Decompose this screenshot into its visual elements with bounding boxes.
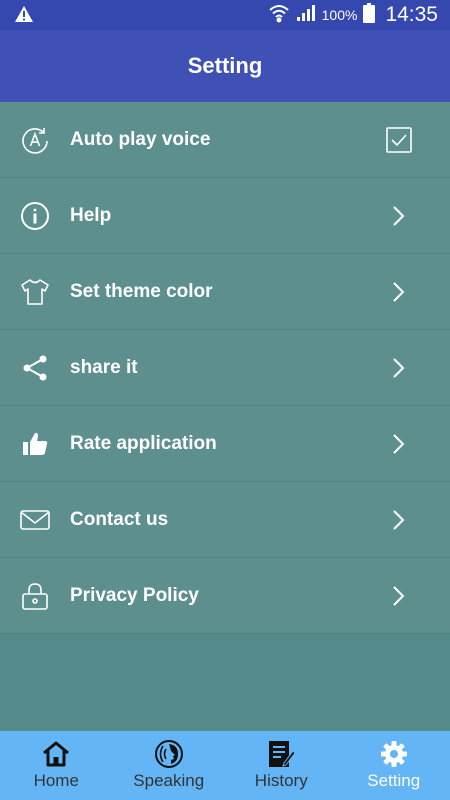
- nav-history[interactable]: History: [225, 731, 338, 800]
- setting-theme-color[interactable]: Set theme color: [0, 254, 450, 330]
- wifi-icon: [268, 3, 290, 28]
- shirt-icon: [20, 277, 50, 307]
- status-time: 14:35: [385, 3, 438, 26]
- setting-label: Privacy Policy: [70, 584, 199, 606]
- chevron-right-icon: [390, 281, 406, 303]
- setting-privacy-policy[interactable]: Privacy Policy: [0, 558, 450, 634]
- status-bar: 100% 14:35: [0, 0, 450, 30]
- nav-home[interactable]: Home: [0, 731, 113, 800]
- info-icon: [20, 201, 50, 231]
- setting-help[interactable]: Help: [0, 178, 450, 254]
- nav-label: Setting: [367, 771, 421, 790]
- mail-icon: [20, 505, 50, 535]
- chevron-right-icon: [390, 585, 406, 607]
- setting-rate-application[interactable]: Rate application: [0, 406, 450, 482]
- setting-label: Rate application: [70, 432, 217, 454]
- setting-label: Help: [70, 204, 112, 226]
- nav-speaking[interactable]: Speaking: [113, 731, 226, 800]
- warning-icon: [14, 5, 34, 28]
- setting-auto-play-voice[interactable]: Auto play voice: [0, 102, 450, 178]
- page-title: Setting: [187, 53, 263, 78]
- nav-label: History: [254, 771, 308, 790]
- setting-label: share it: [70, 356, 138, 378]
- lock-icon: [20, 581, 50, 611]
- battery-icon: [363, 2, 376, 28]
- share-icon: [20, 353, 50, 383]
- chevron-right-icon: [390, 433, 406, 455]
- setting-label: Auto play voice: [70, 128, 211, 150]
- home-icon: [41, 739, 71, 769]
- thumbs-up-icon: [20, 429, 50, 459]
- auto-voice-icon: [20, 125, 50, 155]
- signal-icon: [296, 4, 316, 27]
- chevron-right-icon: [390, 205, 406, 227]
- speaking-icon: [154, 739, 184, 769]
- nav-label: Speaking: [133, 771, 205, 790]
- setting-label: Set theme color: [70, 280, 213, 302]
- battery-percent: 100%: [321, 7, 358, 23]
- nav-setting[interactable]: Setting: [338, 731, 450, 800]
- app-bar: Setting: [0, 30, 450, 102]
- gear-icon: [379, 739, 409, 769]
- auto-play-checkbox[interactable]: [386, 126, 412, 153]
- chevron-right-icon: [390, 509, 406, 531]
- history-icon: [266, 739, 296, 769]
- setting-share[interactable]: share it: [0, 330, 450, 406]
- nav-label: Home: [33, 771, 79, 790]
- setting-label: Contact us: [70, 508, 169, 530]
- setting-contact-us[interactable]: Contact us: [0, 482, 450, 558]
- settings-list: Auto play voice Help Set theme color sha…: [0, 102, 450, 634]
- bottom-navigation: Home Speaking History Setting: [0, 731, 450, 800]
- chevron-right-icon: [390, 357, 406, 379]
